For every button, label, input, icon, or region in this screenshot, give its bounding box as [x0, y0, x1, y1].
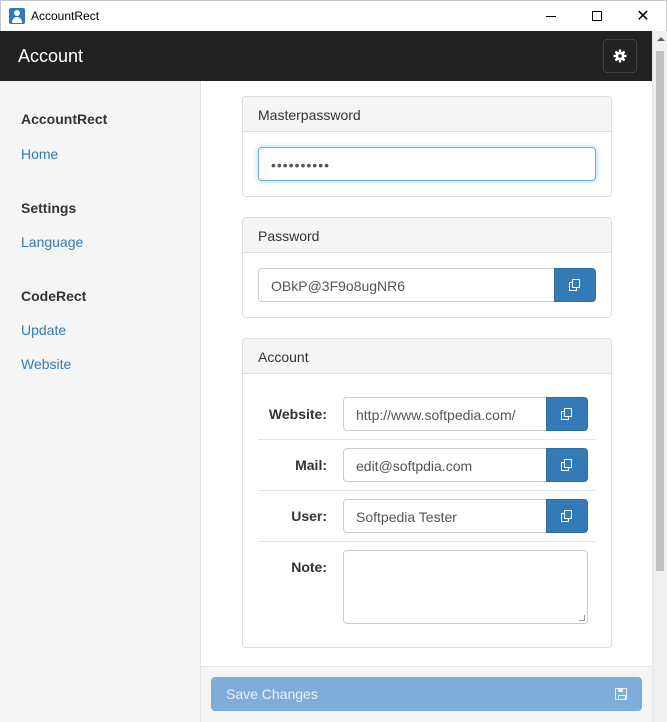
window-titlebar: AccountRect ✕ [0, 0, 667, 31]
maximize-icon [592, 11, 602, 21]
copy-password-button[interactable] [554, 268, 596, 302]
copy-icon [569, 279, 581, 291]
vertical-scrollbar[interactable] [652, 31, 667, 722]
row-divider [258, 490, 596, 491]
app-header: Account [0, 31, 652, 81]
masterpassword-panel-heading: Masterpassword [243, 97, 611, 132]
row-divider [258, 439, 596, 440]
sidebar-link-home[interactable]: Home [21, 146, 58, 162]
user-field[interactable]: Softpedia Tester [343, 499, 547, 533]
sidebar-link-language[interactable]: Language [21, 234, 83, 250]
window-title: AccountRect [31, 9, 100, 23]
sidebar-link-website[interactable]: Website [21, 356, 71, 372]
maximize-button[interactable] [574, 1, 620, 31]
masterpassword-input[interactable]: •••••••••• [258, 147, 596, 181]
row-divider [258, 541, 596, 542]
save-changes-label: Save Changes [226, 686, 318, 702]
sidebar: AccountRect Home Settings Language CodeR… [0, 81, 201, 722]
minimize-button[interactable] [528, 1, 574, 31]
password-panel-heading: Password [243, 218, 611, 253]
copy-website-button[interactable] [546, 397, 588, 431]
website-label: Website: [268, 406, 327, 422]
settings-button[interactable] [603, 39, 637, 73]
sidebar-heading-settings: Settings [21, 200, 77, 216]
resize-grip-icon[interactable] [579, 615, 585, 621]
sidebar-link-update[interactable]: Update [21, 322, 66, 338]
floppy-disk-icon [615, 688, 627, 700]
copy-icon [561, 510, 573, 522]
note-textarea[interactable] [343, 550, 588, 624]
sidebar-heading-coderect: CodeRect [21, 288, 87, 304]
minimize-icon [546, 15, 556, 17]
page-title: Account [18, 46, 84, 66]
note-label: Note: [291, 559, 327, 575]
copy-mail-button[interactable] [546, 448, 588, 482]
close-icon: ✕ [636, 6, 650, 25]
user-label: User: [291, 508, 327, 524]
scroll-thumb[interactable] [656, 51, 664, 571]
sidebar-heading-accountrect: AccountRect [21, 111, 108, 127]
copy-icon [561, 408, 573, 420]
password-field[interactable]: OBkP@3F9o8ugNR6 [258, 268, 555, 302]
scroll-up-arrow-icon[interactable] [657, 37, 665, 41]
copy-user-button[interactable] [546, 499, 588, 533]
account-panel-heading: Account [243, 339, 611, 374]
close-button[interactable]: ✕ [620, 1, 666, 31]
app-user-icon [9, 8, 25, 24]
mail-field[interactable]: edit@softpdia.com [343, 448, 547, 482]
copy-icon [561, 459, 573, 471]
mail-label: Mail: [295, 457, 327, 473]
gear-icon [613, 49, 627, 63]
website-field[interactable]: http://www.softpedia.com/ [343, 397, 547, 431]
save-changes-button[interactable]: Save Changes [211, 677, 642, 711]
